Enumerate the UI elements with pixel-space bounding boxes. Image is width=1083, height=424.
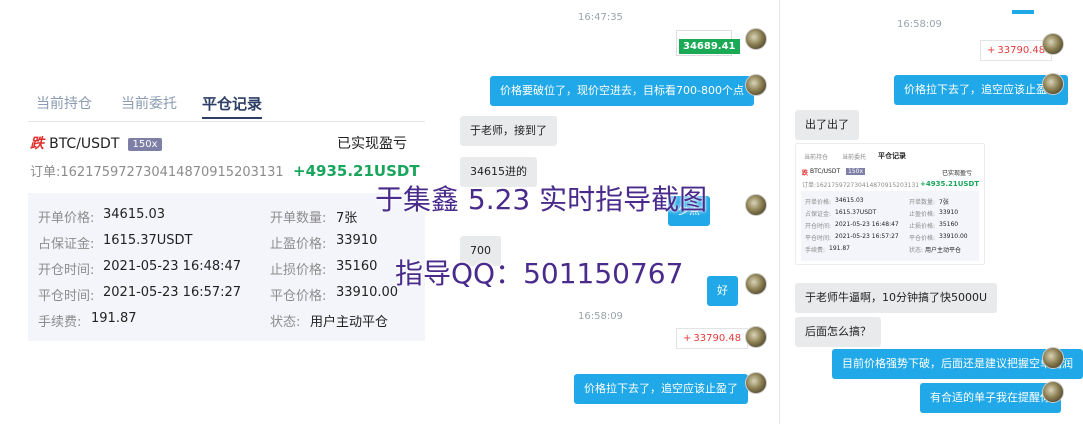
message-bubble: 后面怎么搞？ <box>795 317 881 347</box>
mini-label: 止损价格: <box>909 223 936 230</box>
price-tag: 34689.41 <box>679 39 740 54</box>
leverage-badge: 150x <box>128 138 162 151</box>
avatar <box>745 273 767 295</box>
mini-value: 35160 <box>939 221 959 228</box>
quantity-value: 7张 <box>336 211 358 226</box>
avatar <box>1042 33 1064 55</box>
chat-timestamp: 16:58:09 <box>578 311 623 322</box>
mini-label: 手续费: <box>805 247 826 254</box>
close-time-value: 2021-05-23 16:57:27 <box>103 285 242 300</box>
open-time-value: 2021-05-23 16:48:47 <box>103 259 242 274</box>
message-bubble: 价格要破位了，现价空进去，目标看700-800个点 <box>490 76 754 106</box>
price-value: 33790.48 <box>997 45 1046 56</box>
status-value: 用户主动平仓 <box>310 315 389 330</box>
mini-pair: BTC/USDT <box>810 168 841 175</box>
price-value: 33790.48 <box>693 333 742 344</box>
mini-label: 止盈价格: <box>909 211 936 218</box>
mini-detail-panel: 开单价格: 34615.03 开单数量: 7张 占保证金: 1615.37USD… <box>801 191 979 261</box>
record-tabs: 当前持仓 当前委托 平仓记录 <box>36 93 426 121</box>
margin-value: 1615.37USDT <box>103 233 193 248</box>
price-sign: + <box>987 45 996 56</box>
overlay-title: 于集鑫 5.23 实时指导截图 <box>375 183 708 216</box>
mini-value: 7张 <box>939 199 949 206</box>
mini-value: 用户主动平仓 <box>925 247 962 254</box>
mini-label: 开仓时间: <box>805 223 832 230</box>
quantity-label: 开单数量: <box>270 211 327 226</box>
mini-realized-label: 已实现盈亏 <box>942 170 973 177</box>
stop-loss-value: 35160 <box>336 259 378 274</box>
mini-value: 34615.03 <box>835 197 864 204</box>
chat-timestamp: 16:58:09 <box>897 19 942 30</box>
avatar <box>745 326 767 348</box>
stop-loss-label: 止损价格: <box>270 263 327 278</box>
mini-value: 2021-05-23 16:57:27 <box>835 233 899 240</box>
margin-label: 占保证金: <box>38 237 95 252</box>
realized-pnl-label: 已实现盈亏 <box>337 136 407 152</box>
mini-value: 191.87 <box>829 245 850 252</box>
open-price-value: 34615.03 <box>103 207 166 222</box>
tab-current-positions[interactable]: 当前持仓 <box>36 93 92 113</box>
avatar <box>745 372 767 394</box>
price-sign: + <box>683 333 692 344</box>
column-divider <box>779 0 780 424</box>
mini-value: 1615.37USDT <box>835 209 877 216</box>
mini-tab-active: 平仓记录 <box>878 152 906 160</box>
screenshot-collage: 当前持仓 当前委托 平仓记录 跌 BTC/USDT 150x 已实现盈亏 订单:… <box>0 0 1083 424</box>
mini-label: 平仓价格: <box>909 235 936 242</box>
mini-tab: 当前委托 <box>842 154 867 161</box>
message-bubble: 好 <box>707 276 738 306</box>
pair-row: 跌 BTC/USDT 150x <box>30 133 162 153</box>
avatar <box>745 74 767 96</box>
mini-label: 平仓时间: <box>805 235 832 242</box>
tab-closed-records[interactable]: 平仓记录 <box>202 93 263 119</box>
mini-label: 状态: <box>909 247 924 254</box>
fee-value: 191.87 <box>91 311 137 326</box>
mini-value: 33910.00 <box>939 233 968 240</box>
order-id: 订单:162175972730414870915203131 <box>30 165 284 180</box>
close-time-label: 平仓时间: <box>38 289 95 304</box>
close-price-label: 平仓价格: <box>270 289 327 304</box>
mini-label: 开单数量: <box>909 199 936 206</box>
message-bubble: 价格拉下去了，追空应该止盈了 <box>574 374 748 404</box>
tab-current-orders[interactable]: 当前委托 <box>121 93 177 113</box>
open-price-label: 开单价格: <box>38 211 95 226</box>
avatar <box>1042 347 1064 369</box>
mini-leverage: 150x <box>846 168 866 175</box>
message-bubble: 有合适的单子我在提醒你 <box>920 383 1061 413</box>
chat-timestamp: 16:47:35 <box>578 12 623 23</box>
avatar <box>1042 381 1064 403</box>
fee-label: 手续费: <box>38 315 82 330</box>
mini-direction: 跌 <box>802 170 809 177</box>
mini-profit: +4935.21USDT <box>920 180 980 188</box>
tabs-divider <box>28 121 425 122</box>
cropped-bubble-edge <box>1012 10 1034 14</box>
price-chart-thumbnail[interactable]: 34689.41 <box>676 30 740 56</box>
pair-label: BTC/USDT <box>49 136 120 152</box>
shared-trade-screenshot[interactable]: 当前持仓 当前委托 平仓记录 跌 BTC/USDT 150x 已实现盈亏 订单:… <box>795 143 985 265</box>
message-bubble: 于老师牛逼啊，10分钟搞了快5000U <box>795 283 998 313</box>
detail-panel: 开单价格: 34615.03 开单数量: 7张 占保证金: 1615.37USD… <box>28 193 425 341</box>
mini-label: 开单价格: <box>805 199 832 206</box>
avatar <box>745 28 767 50</box>
open-time-label: 开仓时间: <box>38 263 95 278</box>
message-bubble: 于老师，接到了 <box>460 116 557 146</box>
mini-tab: 当前持仓 <box>804 154 829 161</box>
take-profit-value: 33910 <box>336 233 378 248</box>
close-price-value: 33910.00 <box>336 285 399 300</box>
mini-value: 2021-05-23 16:48:47 <box>835 221 899 228</box>
mini-order-id: 订单:162175972730414870915203131 <box>802 182 920 189</box>
avatar <box>745 194 767 216</box>
message-bubble: 出了出了 <box>795 110 859 140</box>
overlay-contact: 指导QQ：501150767 <box>395 257 684 290</box>
price-card[interactable]: +33790.48 <box>676 328 749 349</box>
avatar <box>1042 73 1064 95</box>
take-profit-label: 止盈价格: <box>270 237 327 252</box>
status-label: 状态: <box>270 315 301 330</box>
mini-label: 占保证金: <box>805 211 832 218</box>
direction-tag: 跌 <box>30 136 44 152</box>
mini-value: 33910 <box>939 209 959 216</box>
